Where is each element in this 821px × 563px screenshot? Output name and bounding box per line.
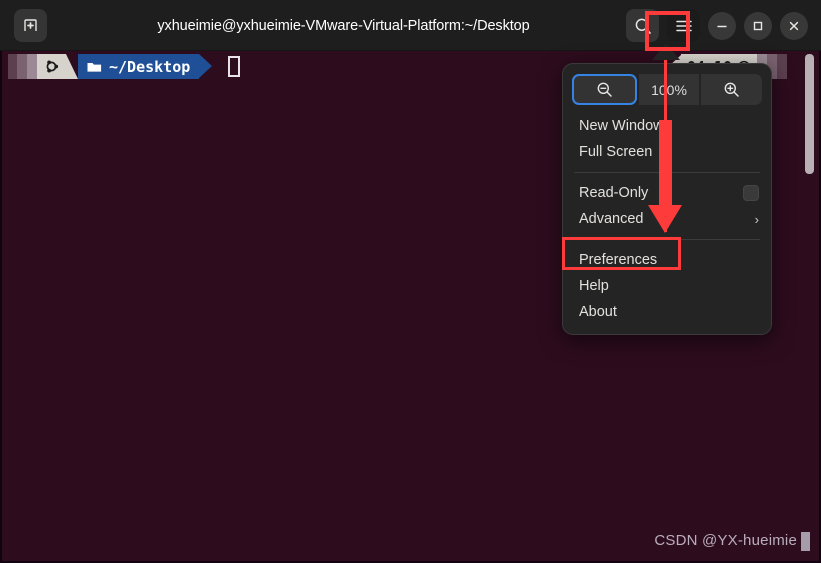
- terminal-window: yxhueimie@yxhueimie-VMware-Virtual-Platf…: [0, 0, 821, 563]
- close-icon: [789, 21, 799, 30]
- title-bar: yxhueimie@yxhueimie-VMware-Virtual-Platf…: [0, 0, 821, 51]
- menu-item-new-window[interactable]: New Window: [563, 113, 771, 139]
- prompt-divider-1: [66, 54, 78, 79]
- watermark-cursor-block: [801, 532, 810, 551]
- menu-item-label: New Window: [579, 118, 664, 134]
- prompt-path-text: ~/Desktop: [109, 57, 191, 76]
- zoom-level-label: 100%: [638, 74, 700, 105]
- menu-item-full-screen[interactable]: Full Screen: [563, 139, 771, 165]
- close-button[interactable]: [780, 11, 808, 40]
- new-tab-icon: [24, 19, 37, 31]
- ubuntu-logo-glyph: [46, 60, 59, 73]
- prompt-divider-2: [199, 54, 213, 78]
- folder-icon: [87, 58, 102, 76]
- menu-item-preferences[interactable]: Preferences: [563, 247, 771, 273]
- menu-separator-2: [574, 239, 760, 240]
- search-icon: [635, 18, 651, 34]
- hamburger-menu-button[interactable]: [667, 9, 700, 42]
- watermark-text: CSDN @YX-hueimie: [654, 532, 797, 549]
- zoom-in-icon: [724, 82, 739, 97]
- menu-item-label: About: [579, 304, 617, 320]
- chevron-right-icon: ›: [754, 211, 759, 227]
- maximize-icon: [753, 21, 763, 30]
- read-only-checkbox[interactable]: [743, 185, 759, 201]
- ubuntu-logo-icon: [37, 54, 66, 79]
- menu-item-about[interactable]: About: [563, 299, 771, 325]
- zoom-controls: 100%: [572, 74, 763, 105]
- menu-item-label: Advanced: [579, 211, 644, 227]
- menu-item-label: Preferences: [579, 252, 658, 268]
- maximize-button[interactable]: [744, 11, 772, 40]
- minimize-button[interactable]: [708, 11, 736, 40]
- zoom-out-icon: [597, 82, 612, 97]
- menu-item-label: Full Screen: [579, 144, 653, 160]
- prompt-segment-3: [27, 54, 37, 79]
- shell-prompt: ~/Desktop: [8, 54, 241, 79]
- prompt-path-segment: ~/Desktop: [78, 54, 200, 79]
- menu-item-label: Help: [579, 278, 609, 294]
- menu-separator-1: [574, 172, 760, 173]
- menu-item-label: Read-Only: [579, 185, 649, 201]
- hamburger-menu-popup: 100% New Window Full Screen Read-Only Ad…: [562, 63, 772, 335]
- terminal-cursor: [228, 56, 241, 77]
- scrollbar-thumb[interactable]: [805, 54, 814, 174]
- prompt-segment-2: [17, 54, 27, 79]
- new-tab-button[interactable]: [14, 9, 47, 42]
- menu-item-read-only[interactable]: Read-Only: [563, 180, 771, 206]
- menu-item-advanced[interactable]: Advanced ›: [563, 206, 771, 232]
- search-button[interactable]: [626, 9, 659, 42]
- prompt-segment-1: [8, 54, 17, 79]
- folder-glyph: [87, 63, 102, 72]
- menu-item-help[interactable]: Help: [563, 273, 771, 299]
- minimize-icon: [717, 25, 727, 27]
- titlebar-controls: [626, 9, 808, 42]
- hamburger-menu-icon: [675, 20, 692, 31]
- zoom-in-button[interactable]: [701, 74, 763, 105]
- window-title: yxhueimie@yxhueimie-VMware-Virtual-Platf…: [157, 17, 530, 34]
- zoom-out-button[interactable]: [572, 74, 637, 105]
- clock-segment-3: [777, 54, 787, 79]
